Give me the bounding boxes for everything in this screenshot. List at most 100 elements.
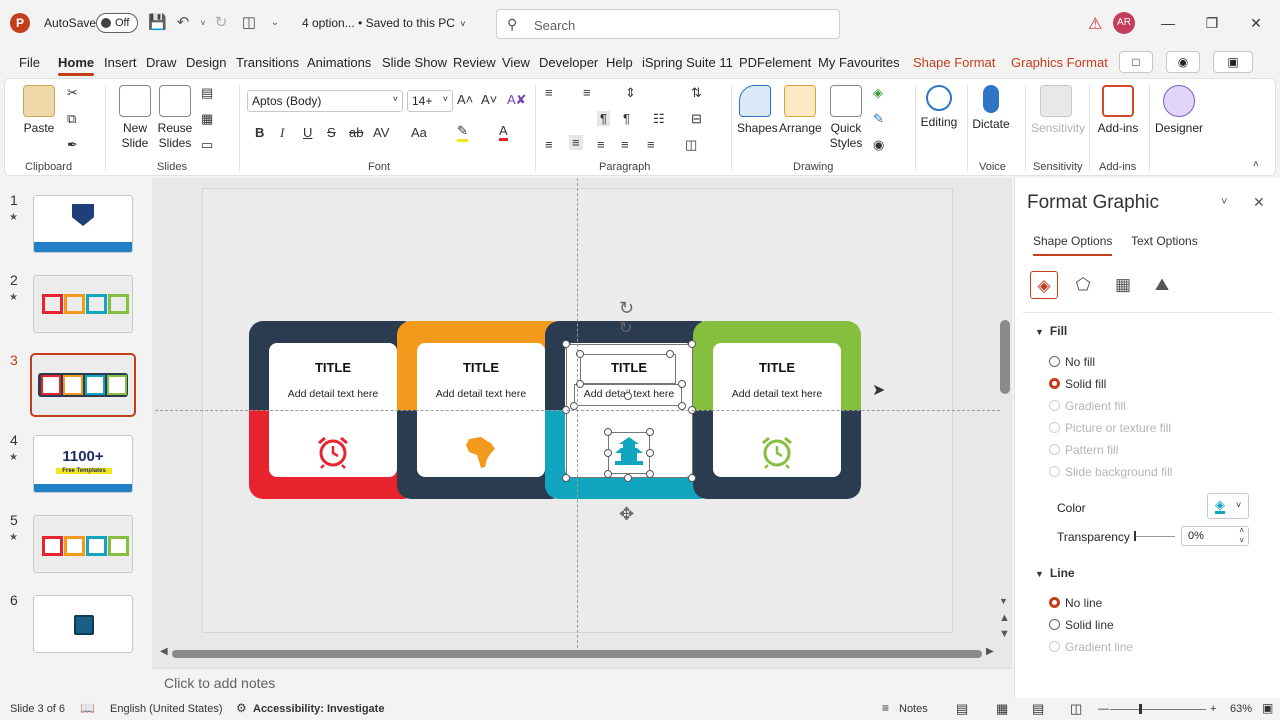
resize-handle[interactable] — [646, 428, 654, 436]
tab-design[interactable]: Design — [186, 55, 226, 70]
warning-icon[interactable]: ⚠ — [1088, 14, 1106, 33]
minimize-icon[interactable]: — — [1156, 12, 1180, 34]
tab-shape-format[interactable]: Shape Format — [913, 55, 995, 70]
editing-button[interactable]: Editing — [919, 85, 959, 129]
prev-slide-icon[interactable]: ▲ — [999, 612, 1010, 624]
cut-icon[interactable]: ✂ — [67, 85, 78, 101]
zoom-in-icon[interactable]: + — [1210, 703, 1216, 715]
smartart-icon[interactable]: ◫ — [685, 137, 697, 153]
maximize-icon[interactable]: ❐ — [1200, 12, 1224, 34]
char-spacing-button[interactable]: AV — [373, 125, 389, 140]
zoom-slider-track[interactable] — [1110, 709, 1206, 710]
record-icon[interactable]: ◉ — [1166, 51, 1200, 73]
notes-icon[interactable]: ≡ — [882, 701, 889, 715]
shrink-font-icon[interactable]: A˅ — [481, 92, 497, 107]
color-picker-button[interactable]: ◈ ˅ — [1207, 493, 1249, 519]
shape-effects-icon[interactable]: ◉ — [873, 137, 884, 153]
slide-thumbnail-3[interactable] — [30, 353, 136, 417]
tab-file[interactable]: File — [19, 55, 40, 70]
shadow-button[interactable]: ab — [349, 125, 363, 140]
next-slide-icon[interactable]: ▼ — [999, 628, 1010, 640]
alarm-clock-icon[interactable] — [757, 435, 797, 469]
quick-styles-button[interactable]: Quick Styles — [825, 85, 867, 151]
save-icon[interactable]: 💾 — [148, 14, 167, 32]
card-detail[interactable]: Add detail text here — [417, 388, 545, 400]
effects-pentagon-icon[interactable]: ⬠ — [1069, 271, 1097, 299]
sensitivity-button[interactable]: Sensitivity — [1031, 85, 1085, 135]
transparency-input[interactable]: 0% ˄ ˅ — [1181, 526, 1249, 546]
paste-button[interactable]: Paste — [19, 85, 59, 135]
comments-icon[interactable]: □ — [1119, 51, 1153, 73]
dictate-button[interactable]: Dictate — [971, 85, 1011, 131]
tab-text-options[interactable]: Text Options — [1131, 234, 1198, 248]
fill-section-header[interactable]: ▼ Fill — [1035, 324, 1067, 338]
tab-graphics-format[interactable]: Graphics Format — [1011, 55, 1108, 70]
font-name-select[interactable]: Aptos (Body) ˅ — [247, 90, 403, 112]
tab-developer[interactable]: Developer — [539, 55, 598, 70]
bold-button[interactable]: B — [255, 125, 264, 140]
italic-button[interactable]: I — [280, 125, 284, 141]
section-icon[interactable]: ▭ — [201, 137, 213, 153]
africa-map-icon[interactable] — [461, 435, 501, 469]
slide-thumbnail-4[interactable]: 1100+ Free Templates — [33, 435, 133, 493]
transparency-slider-thumb[interactable] — [1134, 531, 1136, 541]
align-center-icon[interactable]: ≡ — [569, 135, 583, 150]
align-left-icon[interactable]: ≡ — [545, 137, 553, 152]
move-handle-icon[interactable]: ✥ — [619, 504, 634, 525]
resize-handle[interactable] — [646, 449, 654, 457]
reuse-slides-button[interactable]: Reuse Slides — [155, 85, 195, 151]
fill-line-icon[interactable]: ◈ — [1030, 271, 1058, 299]
vertical-scrollbar[interactable] — [1000, 320, 1010, 394]
rtl-icon[interactable]: ¶ — [623, 111, 630, 126]
justify-icon[interactable]: ≡ — [621, 137, 629, 152]
alarm-clock-icon[interactable] — [313, 435, 353, 469]
tab-pdfelement[interactable]: PDFelement — [739, 55, 811, 70]
columns-icon[interactable]: ☷ — [653, 111, 665, 127]
redo-icon[interactable]: ↻ — [212, 14, 230, 32]
spinner-icon[interactable]: ˄ ˅ — [1239, 526, 1244, 546]
distributed-icon[interactable]: ≡ — [647, 137, 655, 152]
tab-home[interactable]: Home — [58, 55, 95, 76]
scroll-down-icon[interactable]: ▼ — [999, 596, 1008, 606]
font-size-select[interactable]: 14+ ˅ — [407, 90, 453, 112]
avatar[interactable]: AR — [1113, 12, 1135, 34]
notes-button[interactable]: Notes — [899, 703, 928, 715]
close-icon[interactable]: ✕ — [1244, 12, 1268, 34]
font-color-icon[interactable]: A — [499, 123, 508, 141]
tab-review[interactable]: Review — [453, 55, 496, 70]
layout-icon[interactable]: ▤ — [201, 85, 213, 101]
rotate-handle-icon[interactable]: ↻ — [619, 318, 632, 338]
designer-button[interactable]: Designer — [1155, 85, 1203, 135]
resize-handle[interactable] — [688, 340, 696, 348]
clear-formatting-icon[interactable]: A✘ — [507, 92, 527, 108]
bullets-icon[interactable]: ≡ — [545, 85, 553, 100]
addins-button[interactable]: Add-ins — [1097, 85, 1139, 135]
size-properties-icon[interactable]: ▦ — [1109, 271, 1137, 299]
ltr-icon[interactable]: ¶ — [597, 111, 610, 126]
resize-handle[interactable] — [624, 474, 632, 482]
resize-handle[interactable] — [678, 380, 686, 388]
underline-button[interactable]: U — [303, 125, 312, 140]
resize-handle[interactable] — [562, 340, 570, 348]
tab-insert[interactable]: Insert — [104, 55, 137, 70]
search-box[interactable]: ⚲ Search — [496, 9, 840, 39]
card-detail[interactable]: Add detail text here — [713, 388, 841, 400]
present-icon[interactable]: ◫ — [240, 14, 258, 32]
resize-handle[interactable] — [624, 392, 632, 400]
resize-handle[interactable] — [604, 428, 612, 436]
strikethrough-button[interactable]: S — [327, 125, 336, 140]
tab-my-favourites[interactable]: My Favourites — [818, 55, 900, 70]
zoom-slider-thumb[interactable] — [1139, 704, 1142, 714]
line-spacing-icon[interactable]: ⇕ — [625, 85, 636, 101]
shape-fill-icon[interactable]: ◈ — [873, 85, 883, 101]
resize-handle[interactable] — [604, 470, 612, 478]
arrange-button[interactable]: Arrange — [779, 85, 822, 135]
grow-font-icon[interactable]: A˄ — [457, 92, 473, 107]
resize-handle[interactable] — [666, 350, 674, 358]
accessibility-status[interactable]: Accessibility: Investigate — [253, 703, 384, 715]
reading-view-icon[interactable]: ▤ — [1032, 701, 1044, 717]
autosave-toggle[interactable]: Off — [96, 13, 138, 33]
pane-options-chevron-icon[interactable]: ˅ — [1221, 196, 1227, 208]
align-right-icon[interactable]: ≡ — [597, 137, 605, 152]
slide-thumbnail-1[interactable] — [33, 195, 133, 253]
